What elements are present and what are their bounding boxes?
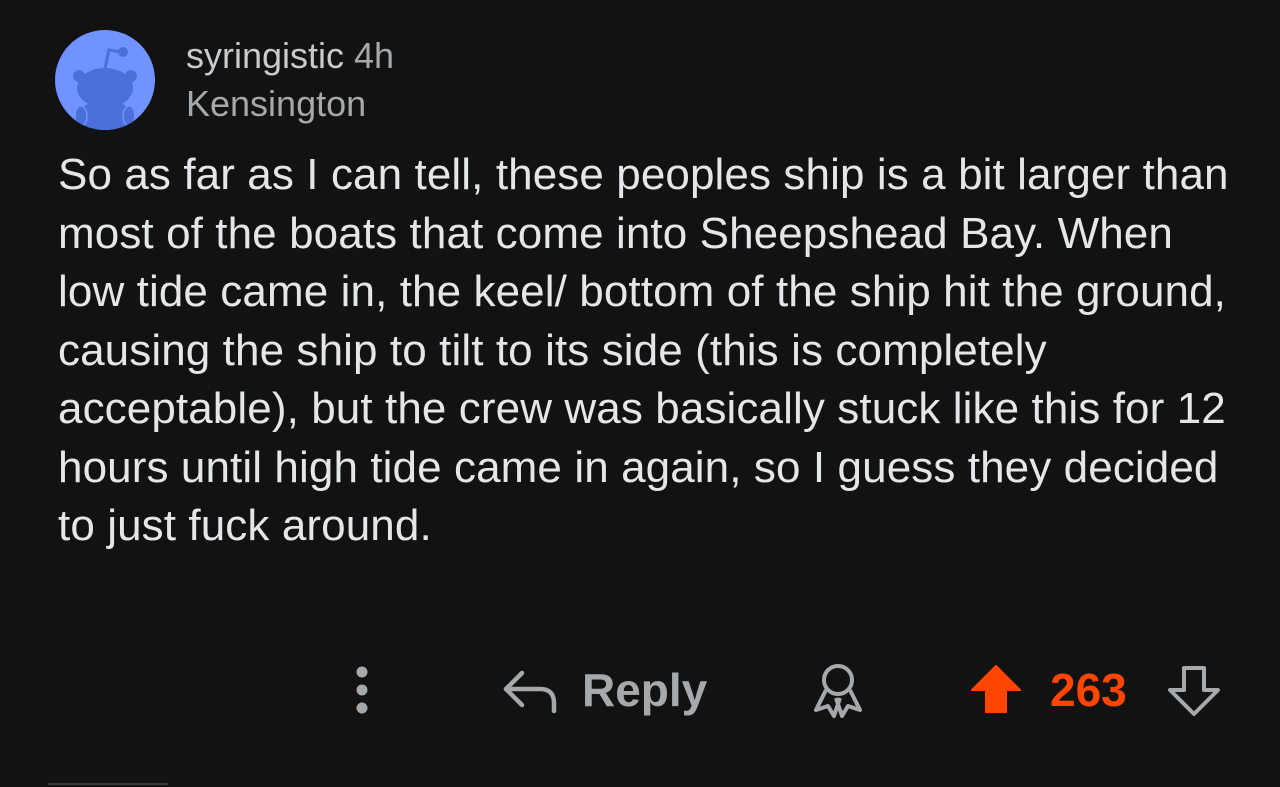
more-options-button[interactable]	[340, 658, 384, 722]
comment: syringistic 4h Kensington So as far as I …	[0, 0, 1280, 787]
timestamp: 4h	[354, 35, 395, 76]
snoo-avatar-icon	[73, 47, 137, 130]
username[interactable]: syringistic	[186, 35, 344, 76]
upvote-arrow-icon	[971, 665, 1021, 713]
reply-arrow-icon	[503, 670, 557, 714]
downvote-arrow-icon	[1168, 666, 1220, 716]
award-button[interactable]	[806, 658, 870, 722]
avatar[interactable]	[55, 30, 155, 130]
reply-button[interactable]: Reply	[500, 658, 707, 722]
comment-actions: Reply 263	[0, 650, 1280, 730]
vertical-dots-icon	[356, 666, 368, 714]
downvote-button[interactable]	[1166, 658, 1222, 722]
vote-score: 263	[1050, 664, 1127, 716]
reply-label: Reply	[582, 664, 708, 716]
divider	[48, 783, 168, 785]
comment-body: So as far as I can tell, these peoples s…	[58, 150, 1229, 550]
comment-header: syringistic 4h	[186, 34, 394, 78]
user-flair: Kensington	[186, 83, 367, 124]
upvote-button[interactable]	[968, 658, 1024, 722]
award-ribbon-icon	[814, 664, 862, 718]
